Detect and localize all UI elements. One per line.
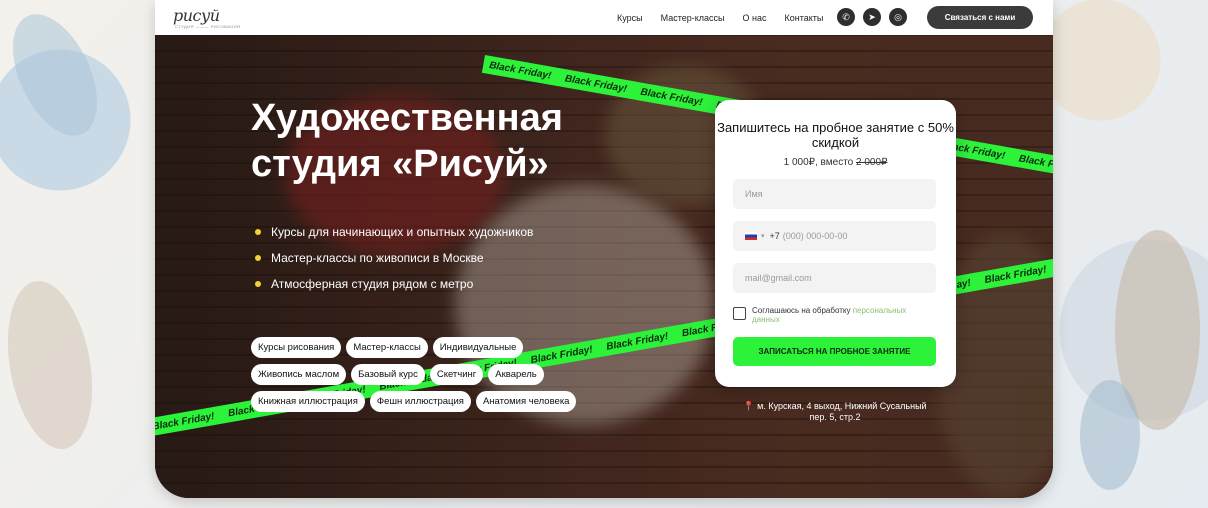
consent-checkbox[interactable]	[733, 307, 746, 320]
nav-about[interactable]: О нас	[743, 13, 767, 23]
phone-placeholder: (000) 000-00-00	[782, 231, 848, 241]
feature-item: Курсы для начинающих и опытных художнико…	[255, 225, 533, 239]
nav-contacts[interactable]: Контакты	[785, 13, 824, 23]
feature-item: Атмосферная студия рядом с метро	[255, 277, 533, 291]
consent-text: Соглашаюсь на обработку	[752, 306, 853, 315]
feature-list: Курсы для начинающих и опытных художнико…	[255, 225, 533, 303]
phone-prefix: +7	[769, 231, 780, 241]
hero-section: Black Friday! Black Friday! Black Friday! B…	[155, 35, 1053, 498]
feature-item: Мастер-классы по живописи в Москве	[255, 251, 533, 265]
form-title: Запишитесь на пробное занятие с 50% скид…	[717, 120, 954, 150]
decor-brush-left	[0, 1, 115, 149]
logo-name: рисуй	[173, 6, 220, 25]
hero-title: Художественная студия «Рисуй»	[251, 97, 563, 185]
consent-row: Соглашаюсь на обработку персональных дан…	[733, 306, 933, 324]
submit-trial-button[interactable]: ЗАПИСАТЬСЯ НА ПРОБНОЕ ЗАНЯТИЕ	[733, 337, 936, 366]
contact-button[interactable]: Связаться с нами	[927, 6, 1033, 29]
chip-masterclasses[interactable]: Мастер-классы	[346, 337, 428, 358]
email-field[interactable]: mail@gmail.com	[733, 263, 936, 293]
course-chips: Курсы рисования Мастер-классы Индивидуал…	[251, 337, 601, 418]
decor-brush-right-2	[1080, 380, 1140, 490]
chip-sketching[interactable]: Скетчинг	[429, 364, 484, 385]
whatsapp-icon[interactable]: ✆	[837, 8, 855, 26]
nav-masterclasses[interactable]: Мастер-классы	[661, 13, 725, 23]
main-nav: Курсы Мастер-классы О нас Контакты	[617, 0, 823, 35]
russia-flag-icon[interactable]	[745, 232, 757, 240]
decor-brush-left-2	[0, 274, 105, 456]
chip-book-illustration[interactable]: Книжная иллюстрация	[251, 391, 365, 412]
name-field[interactable]: Имя	[733, 179, 936, 209]
chip-drawing-courses[interactable]: Курсы рисования	[251, 337, 342, 358]
trial-signup-form: Запишитесь на пробное занятие с 50% скид…	[715, 100, 956, 387]
studio-address: 📍 м. Курская, 4 выход, Нижний Сусальный …	[735, 401, 935, 423]
chip-oil-painting[interactable]: Живопись маслом	[251, 364, 347, 385]
chevron-down-icon[interactable]: ▾	[761, 232, 765, 240]
chip-basic-course[interactable]: Базовый курс	[351, 364, 425, 385]
chip-fashion-illustration[interactable]: Фешн иллюстрация	[369, 391, 471, 412]
logo[interactable]: рисуй СТУДИЯ ——— РИСОВАНИЯ	[173, 6, 240, 30]
old-price: 2 000₽	[856, 157, 888, 168]
chip-individual[interactable]: Индивидуальные	[432, 337, 524, 358]
instagram-icon[interactable]: ◎	[889, 8, 907, 26]
address-text: м. Курская, 4 выход, Нижний Сусальный пе…	[757, 401, 927, 422]
site-frame: рисуй СТУДИЯ ——— РИСОВАНИЯ Курсы Мастер-…	[155, 0, 1053, 498]
chip-human-anatomy[interactable]: Анатомия человека	[475, 391, 577, 412]
logo-subtitle: СТУДИЯ ——— РИСОВАНИЯ	[175, 24, 241, 29]
form-price: 1 000₽, вместо 2 000₽	[783, 157, 888, 168]
location-pin-icon: 📍	[743, 401, 755, 411]
nav-courses[interactable]: Курсы	[617, 13, 643, 23]
phone-field[interactable]: ▾ +7 (000) 000-00-00	[733, 221, 936, 251]
telegram-icon[interactable]: ➤	[863, 8, 881, 26]
social-links: ✆ ➤ ◎	[837, 8, 907, 26]
chip-watercolor[interactable]: Акварель	[488, 364, 544, 385]
site-header: рисуй СТУДИЯ ——— РИСОВАНИЯ Курсы Мастер-…	[155, 0, 1053, 35]
